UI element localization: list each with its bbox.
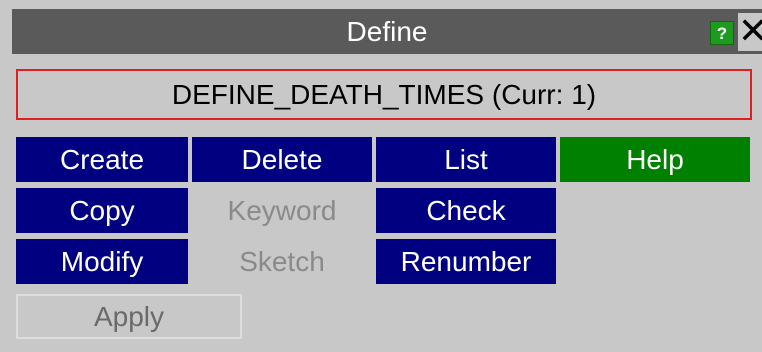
keyword-button: Keyword	[192, 188, 372, 233]
title-bar[interactable]: Define ? ✕	[12, 9, 762, 54]
modify-button[interactable]: Modify	[16, 239, 188, 284]
sketch-button: Sketch	[192, 239, 372, 284]
window-title: Define	[346, 16, 428, 47]
close-icon[interactable]: ✕	[738, 13, 762, 51]
help-button[interactable]: Help	[560, 137, 750, 182]
renumber-button[interactable]: Renumber	[376, 239, 556, 284]
delete-button[interactable]: Delete	[192, 137, 372, 182]
apply-button[interactable]: Apply	[16, 294, 242, 339]
keyword-display: DEFINE_DEATH_TIMES (Curr: 1)	[16, 69, 752, 120]
question-icon[interactable]: ?	[710, 21, 734, 45]
create-button[interactable]: Create	[16, 137, 188, 182]
list-button[interactable]: List	[376, 137, 556, 182]
copy-button[interactable]: Copy	[16, 188, 188, 233]
check-button[interactable]: Check	[376, 188, 556, 233]
